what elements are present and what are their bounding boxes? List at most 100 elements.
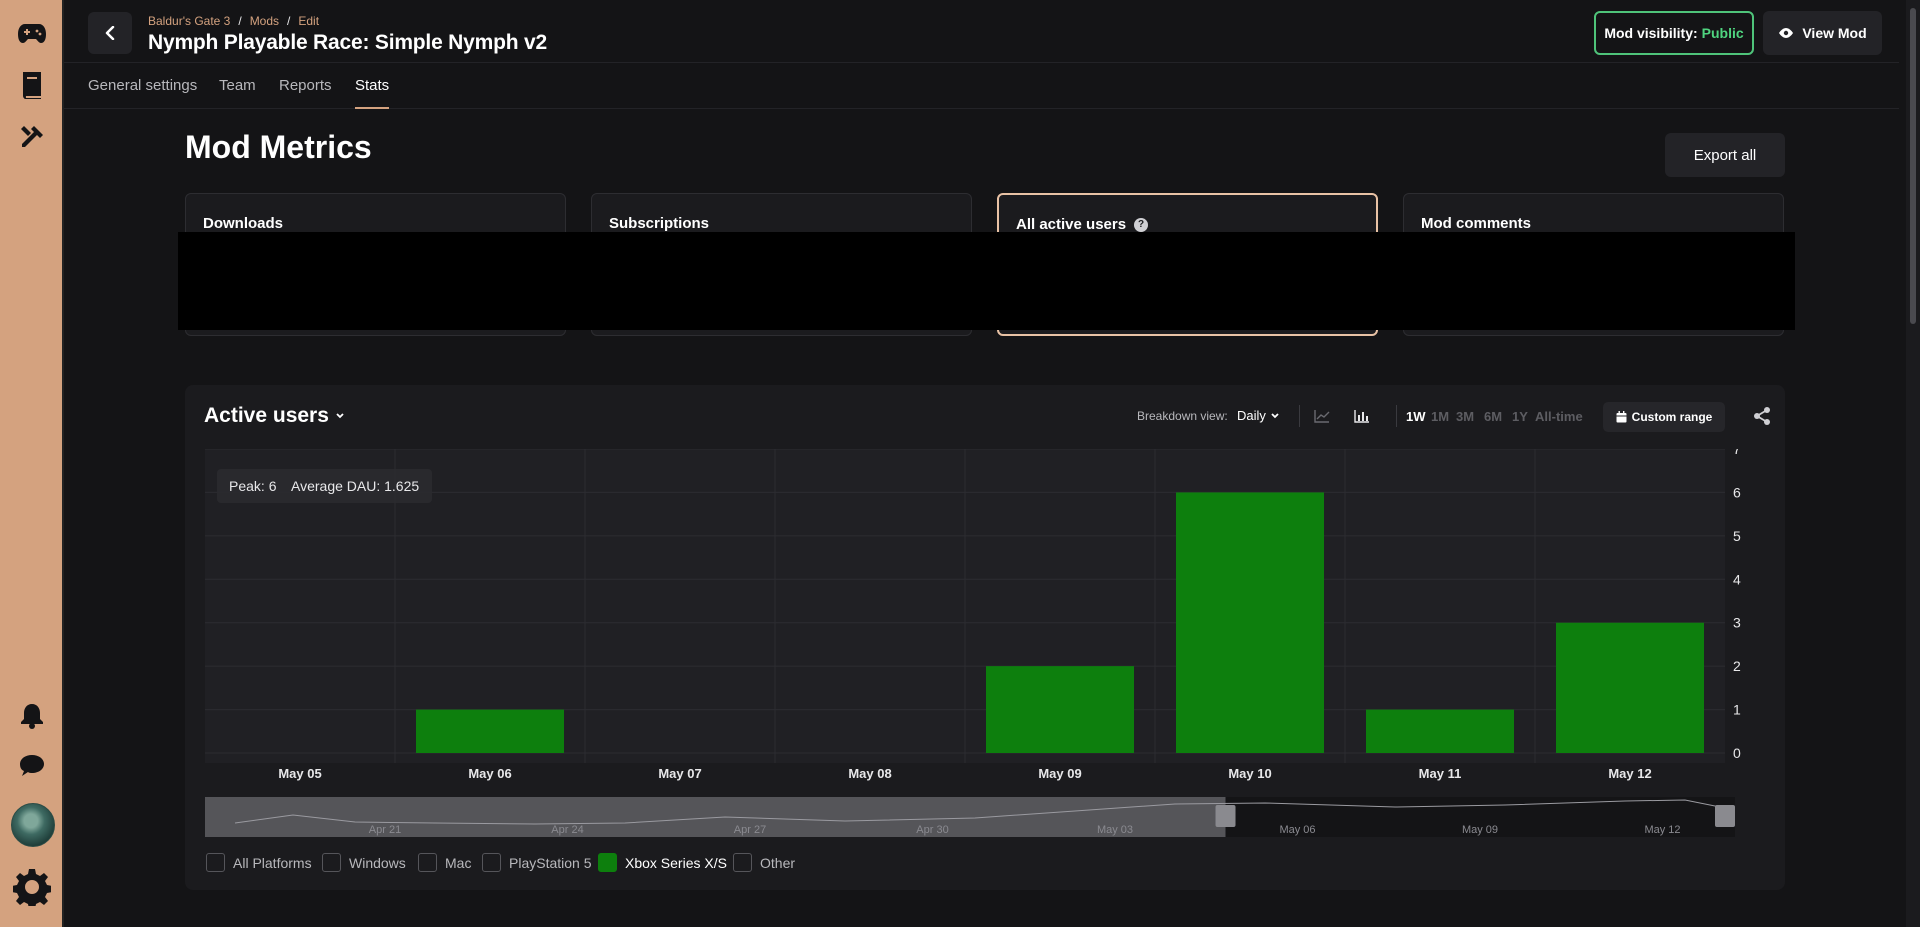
breakdown-value: Daily (1237, 408, 1266, 423)
custom-range-button[interactable]: Custom range (1603, 402, 1725, 432)
platform-other-checkbox[interactable]: Other (733, 853, 795, 872)
breadcrumb: Baldur's Gate 3 / Mods / Edit (148, 14, 319, 28)
y-tick-label: 2 (1733, 658, 1741, 674)
checkbox[interactable] (418, 853, 437, 872)
breadcrumb-separator: / (287, 14, 291, 28)
checkbox[interactable] (322, 853, 341, 872)
breadcrumb-game[interactable]: Baldur's Gate 3 (148, 14, 230, 28)
panel-title: Active users (204, 404, 329, 427)
share-icon[interactable] (1752, 406, 1772, 426)
range-1m[interactable]: 1M (1431, 409, 1449, 424)
x-tick-label: May 05 (278, 766, 321, 781)
navigator-handle-left[interactable] (1215, 805, 1236, 827)
y-tick-label: 7 (1733, 449, 1741, 457)
eye-icon (1779, 28, 1794, 38)
checkbox[interactable] (733, 853, 752, 872)
y-tick-label: 5 (1733, 528, 1741, 544)
redaction-block (178, 232, 1795, 330)
platform-label: Mac (445, 854, 472, 871)
x-tick-label: May 08 (848, 766, 891, 781)
navigator-handle-right[interactable] (1715, 805, 1735, 827)
metric-selector[interactable]: Active users (204, 404, 345, 428)
book-icon[interactable] (16, 69, 48, 101)
calendar-icon (1616, 411, 1627, 423)
bar-may-12 (1556, 622, 1704, 753)
x-tick-label: May 06 (468, 766, 511, 781)
navigator-tick-label: May 12 (1644, 824, 1680, 836)
platform-xbox-checkbox[interactable]: Xbox Series X/S (598, 853, 727, 872)
navigator-tick-label: May 03 (1097, 824, 1133, 836)
custom-range-label: Custom range (1631, 410, 1713, 424)
tab-bar: General settings Team Reports Stats (64, 64, 1899, 109)
y-tick-label: 6 (1733, 484, 1741, 500)
checkbox[interactable] (206, 853, 225, 872)
platform-windows-checkbox[interactable]: Windows (322, 853, 406, 872)
breakdown-select[interactable]: Daily (1237, 408, 1280, 423)
navigator-tick-label: May 09 (1462, 824, 1498, 836)
line-chart-icon[interactable] (1312, 407, 1332, 425)
card-label: Subscriptions (609, 215, 710, 232)
checkbox[interactable] (598, 853, 617, 872)
scrollbar-thumb[interactable] (1910, 8, 1916, 324)
help-icon[interactable]: ? (1134, 217, 1149, 232)
breadcrumb-mods[interactable]: Mods (250, 14, 279, 28)
platform-mac-checkbox[interactable]: Mac (418, 853, 471, 872)
x-tick-label: May 11 (1419, 766, 1462, 781)
tab-stats[interactable]: Stats (355, 77, 390, 109)
back-button[interactable] (88, 12, 132, 54)
checkbox[interactable] (482, 853, 501, 872)
mod-visibility-button[interactable]: Mod visibility: Public (1594, 11, 1754, 55)
platform-ps5-checkbox[interactable]: PlayStation 5 (482, 853, 592, 872)
breadcrumb-edit[interactable]: Edit (298, 14, 319, 28)
card-label-wrap: All active users ? (1016, 216, 1149, 233)
navigator-tick-label: Apr 21 (369, 824, 401, 836)
range-all-time[interactable]: All-time (1535, 409, 1583, 424)
avatar[interactable] (11, 803, 55, 847)
navigator-tick-label: Apr 30 (916, 824, 948, 836)
bar-chart-icon[interactable] (1352, 407, 1372, 425)
chat-icon[interactable] (16, 750, 48, 782)
tab-reports[interactable]: Reports (279, 77, 332, 107)
tab-general-settings[interactable]: General settings (88, 77, 197, 107)
left-rail (0, 0, 64, 927)
header: Baldur's Gate 3 / Mods / Edit Nymph Play… (64, 0, 1899, 63)
page-scrollbar[interactable] (1906, 0, 1920, 927)
range-1y[interactable]: 1Y (1512, 409, 1528, 424)
x-tick-label: May 12 (1608, 766, 1651, 781)
export-all-button[interactable]: Export all (1665, 133, 1785, 177)
platform-label: Other (760, 854, 796, 871)
x-tick-label: May 09 (1038, 766, 1081, 781)
y-tick-label: 4 (1733, 571, 1741, 587)
view-mod-button[interactable]: View Mod (1763, 11, 1882, 55)
bell-icon[interactable] (16, 700, 48, 732)
back-arrow-icon (105, 26, 115, 40)
chevron-down-icon (336, 413, 344, 419)
navigator-tick-label: Apr 24 (551, 824, 583, 836)
view-mod-label: View Mod (1802, 25, 1867, 41)
card-label: Downloads (203, 215, 284, 232)
gamepad-icon[interactable] (16, 17, 48, 49)
visibility-label: Mod visibility: (1604, 25, 1698, 41)
active-users-chart: 0 1 2 3 4 5 6 7 May 05 May 06 May 07 May 08 May 09 M… (205, 449, 1741, 837)
logo-gear-icon[interactable] (13, 868, 51, 906)
page-title: Nymph Playable Race: Simple Nymph v2 (148, 31, 547, 54)
range-3m[interactable]: 3M (1456, 409, 1474, 424)
card-label: Mod comments (1421, 215, 1532, 232)
range-6m[interactable]: 6M (1484, 409, 1502, 424)
navigator-unselected-region (205, 797, 1226, 837)
y-tick-label: 3 (1733, 615, 1741, 631)
y-tick-label: 0 (1733, 745, 1741, 761)
tools-icon[interactable] (16, 121, 48, 153)
x-tick-label: May 07 (658, 766, 701, 781)
range-1w[interactable]: 1W (1406, 409, 1426, 424)
divider (1299, 405, 1300, 427)
breadcrumb-separator: / (238, 14, 242, 28)
y-tick-label: 1 (1733, 702, 1741, 718)
card-label: All active users (1016, 216, 1127, 233)
platform-label: PlayStation 5 (509, 854, 592, 871)
platform-all-checkbox[interactable]: All Platforms (206, 853, 312, 872)
navigator-tick-label: May 06 (1279, 824, 1315, 836)
bar-may-11 (1366, 709, 1514, 753)
breakdown-label: Breakdown view: (1137, 409, 1228, 423)
tab-team[interactable]: Team (219, 77, 256, 107)
